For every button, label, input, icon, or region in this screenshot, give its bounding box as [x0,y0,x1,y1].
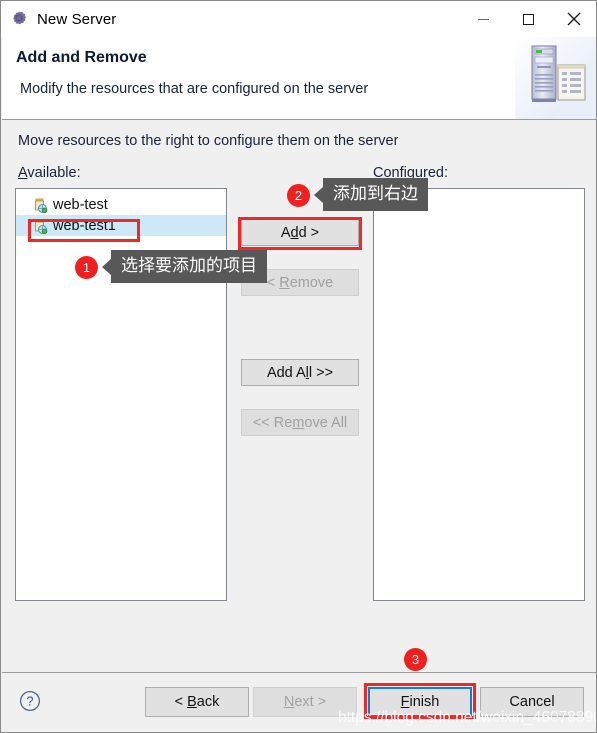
add-button-label: Add > [280,224,320,241]
page-title: Add and Remove [16,49,147,66]
page-subtitle: Modify the resources that are configured… [20,81,369,97]
cancel-button-label: Cancel [509,694,555,710]
annotation-badge-2-label: 2 [294,188,303,203]
add-button[interactable]: Add > [241,219,359,246]
add-all-button[interactable]: Add All >> [241,359,359,386]
annotation-badge-1-label: 1 [82,260,91,275]
annotation-badge-2: 2 [287,184,310,207]
next-button[interactable]: Next > [253,687,357,717]
available-label: Available: [18,165,81,181]
list-item-label: web-test [53,196,108,213]
back-button-label: < Back [174,694,220,710]
annotation-callout-1-text: 选择要添加的项目 [121,256,257,275]
remove-button-label: < Remove [266,274,334,291]
list-item[interactable]: web-test1 [16,215,226,236]
new-server-dialog: New Server Add and Remove Modify the res… [0,0,597,733]
next-button-label: Next > [283,694,327,710]
server-and-document-icon [515,37,596,119]
dialog-footer: ? < Back Next > Finish Cancel [2,672,596,732]
annotation-callout-2-text: 添加到右边 [333,184,418,203]
back-button[interactable]: < Back [145,687,249,717]
add-all-button-label: Add All >> [266,364,334,381]
svg-text:?: ? [27,695,34,709]
cancel-button[interactable]: Cancel [480,687,584,717]
annotation-callout-2: 添加到右边 [314,178,428,212]
annotation-badge-1: 1 [75,256,98,279]
web-module-icon [32,218,48,234]
gear-icon [10,10,28,28]
annotation-callout-1: 选择要添加的项目 [102,250,267,284]
wizard-banner: Add and Remove Modify the resources that… [2,37,596,120]
configured-list[interactable] [373,188,585,601]
window-title: New Server [37,10,117,28]
list-item[interactable]: web-test [16,194,226,215]
title-bar: New Server [1,1,596,37]
help-icon[interactable]: ? [19,690,41,712]
remove-all-button-label: << Remove All [252,414,348,431]
minimize-icon[interactable] [461,1,506,37]
annotation-badge-3-label: 3 [411,652,420,667]
maximize-icon[interactable] [506,1,551,37]
list-item-label: web-test1 [53,217,116,234]
finish-button-label: Finish [400,694,440,710]
remove-all-button[interactable]: << Remove All [241,409,359,436]
web-module-icon [32,197,48,213]
annotation-badge-3: 3 [404,648,427,671]
instruction-text: Move resources to the right to configure… [18,133,399,149]
finish-button[interactable]: Finish [368,687,472,717]
window-controls [461,1,596,37]
close-icon[interactable] [551,1,596,37]
